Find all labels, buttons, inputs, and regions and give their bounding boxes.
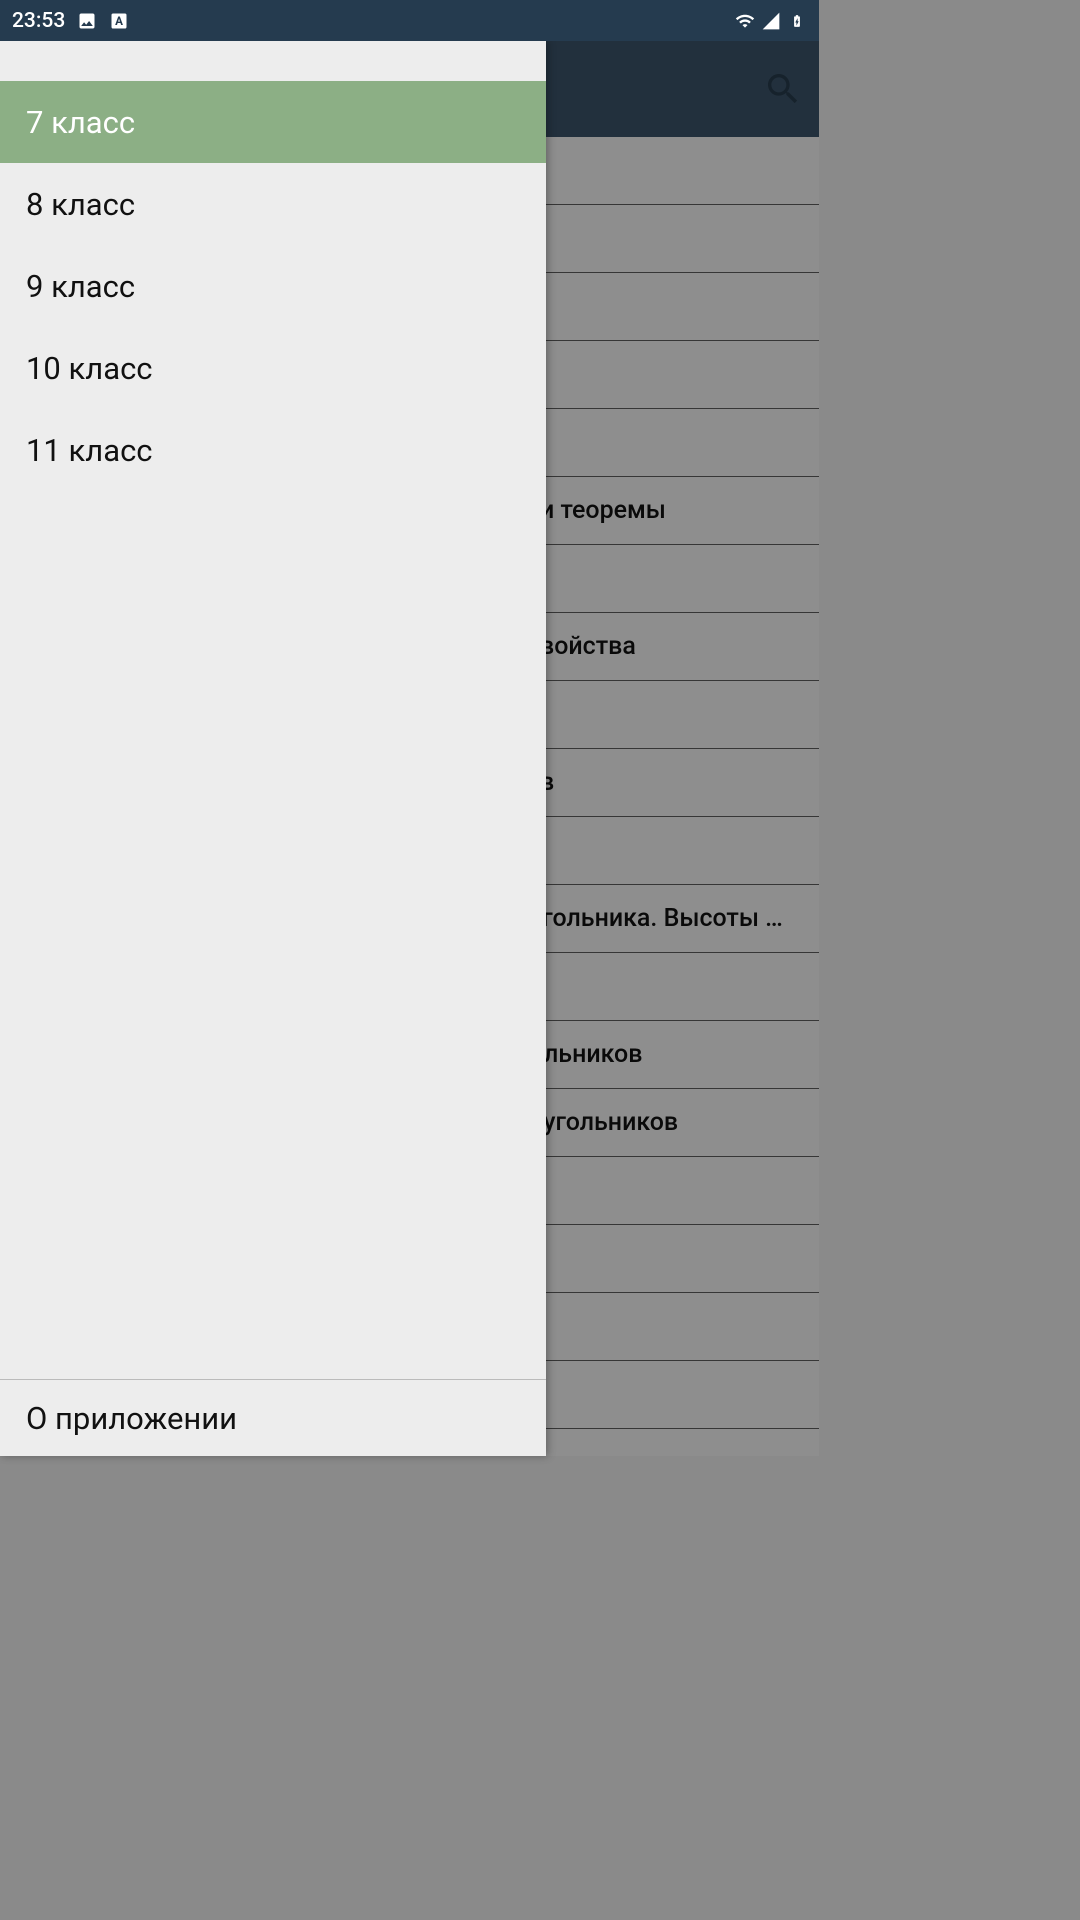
drawer-about-label: О приложении xyxy=(26,1400,237,1437)
drawer-item-class-9[interactable]: 9 класс xyxy=(0,245,546,327)
drawer-item-label: 11 класс xyxy=(26,432,153,469)
signal-icon xyxy=(761,11,781,31)
drawer-item-class-8[interactable]: 8 класс xyxy=(0,163,546,245)
drawer-item-label: 7 класс xyxy=(26,104,135,141)
battery-icon xyxy=(787,11,807,31)
drawer-top-spacer xyxy=(0,41,546,81)
font-icon: A xyxy=(109,11,129,31)
drawer-item-label: 8 класс xyxy=(26,186,135,223)
wifi-icon xyxy=(735,11,755,31)
image-icon xyxy=(77,11,97,31)
status-left: 23:53 A xyxy=(12,9,129,33)
drawer-spacer xyxy=(0,491,546,1379)
status-right xyxy=(735,11,807,31)
svg-text:A: A xyxy=(115,14,123,28)
status-time: 23:53 xyxy=(12,9,65,33)
drawer-item-class-7[interactable]: 7 класс xyxy=(0,81,546,163)
status-bar: 23:53 A xyxy=(0,0,819,41)
drawer-items: 7 класс 8 класс 9 класс 10 класс 11 клас… xyxy=(0,81,546,491)
drawer-item-class-10[interactable]: 10 класс xyxy=(0,327,546,409)
drawer-about[interactable]: О приложении xyxy=(0,1380,546,1456)
drawer-item-class-11[interactable]: 11 класс xyxy=(0,409,546,491)
navigation-drawer: 7 класс 8 класс 9 класс 10 класс 11 клас… xyxy=(0,41,546,1456)
drawer-item-label: 10 класс xyxy=(26,350,153,387)
drawer-item-label: 9 класс xyxy=(26,268,135,305)
